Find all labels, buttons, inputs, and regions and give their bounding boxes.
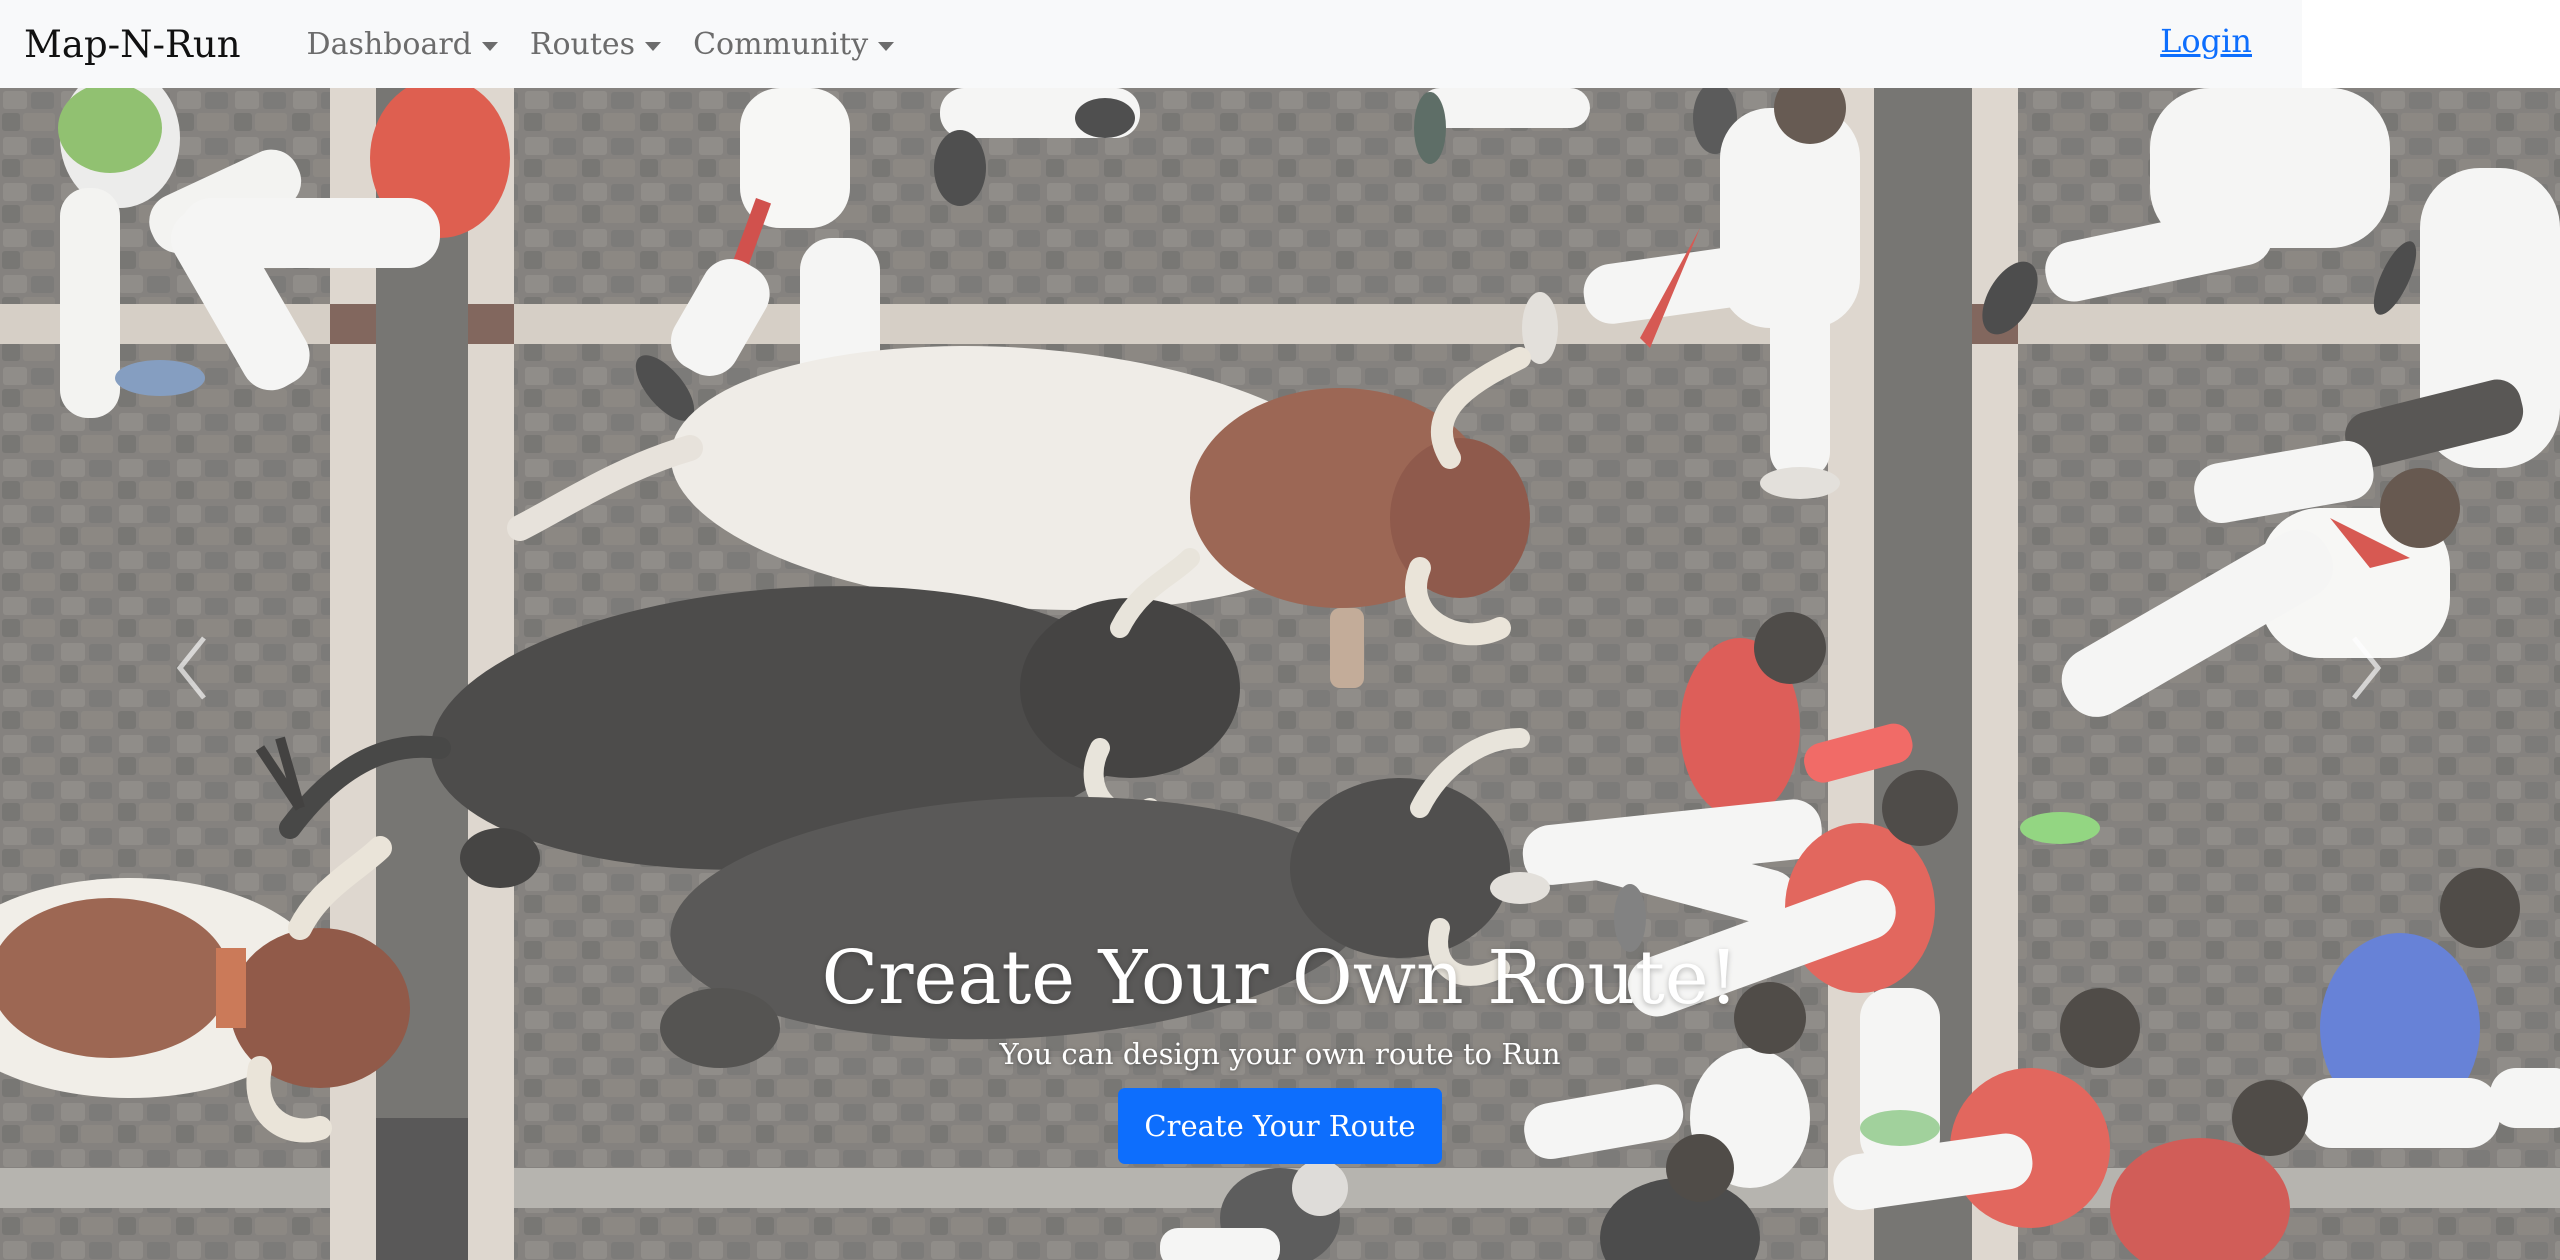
caret-down-icon (645, 41, 662, 51)
nav-dropdown-label: Community (693, 26, 869, 62)
caret-down-icon (878, 41, 895, 51)
nav-dropdown-routes[interactable]: Routes (529, 26, 662, 62)
chevron-right-icon (2352, 636, 2382, 700)
navbar: Map-N-Run Dashboard Routes Community Log… (0, 0, 2302, 88)
login-link[interactable]: Login (2042, 22, 2302, 60)
caret-down-icon (481, 41, 498, 51)
carousel-prev-button[interactable] (162, 628, 222, 708)
carousel-next-button[interactable] (2336, 628, 2396, 708)
navbar-right-blank (2302, 0, 2560, 88)
nav-dropdown-label: Dashboard (306, 26, 472, 62)
nav-dropdown-community[interactable]: Community (693, 26, 895, 62)
nav-dropdown-dashboard[interactable]: Dashboard (307, 27, 498, 62)
brand-logo[interactable]: Map-N-Run (24, 23, 241, 66)
hero-subtitle: You can design your own route to Run (999, 1037, 1561, 1071)
chevron-left-icon (176, 636, 206, 700)
nav-dropdown-label: Routes (529, 26, 636, 62)
page: Map-N-Run Dashboard Routes Community Log… (0, 0, 2560, 1260)
create-route-button[interactable]: Create Your Route (1118, 1088, 1442, 1164)
hero-title: Create Your Own Route! (821, 935, 1739, 1021)
carousel-caption: Create Your Own Route! You can design yo… (0, 930, 2560, 1164)
